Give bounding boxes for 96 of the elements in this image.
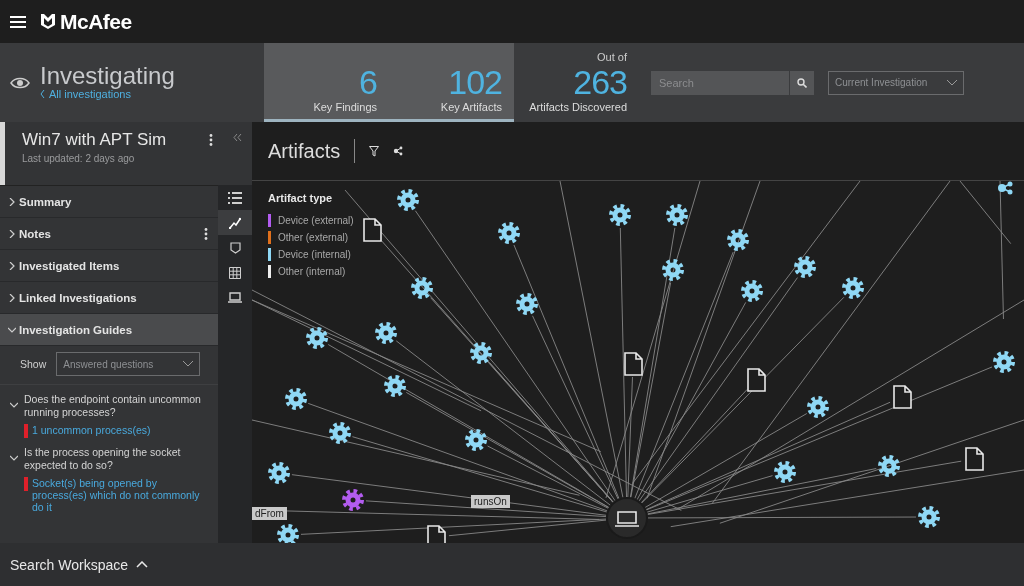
gear-icon	[342, 489, 364, 511]
investigation-title: Win7 with APT Sim	[22, 130, 167, 150]
graph-icon	[229, 216, 241, 229]
filter-icon[interactable]	[369, 145, 380, 157]
gear-icon	[807, 396, 829, 418]
answer-link[interactable]: 1 uncommon process(es)	[32, 424, 151, 438]
gear-icon	[285, 388, 307, 410]
chevron-icon	[10, 454, 18, 462]
last-updated-text: Last updated: 2 days ago	[22, 153, 136, 164]
document-icon	[624, 352, 643, 376]
chevron-icon	[8, 325, 16, 334]
caret-icon	[136, 561, 148, 568]
gear-icon	[794, 256, 816, 278]
gear-icon	[465, 429, 487, 451]
gear-icon	[384, 375, 406, 397]
show-label: Show	[20, 358, 47, 370]
share-node-icon	[998, 181, 1013, 195]
gear-icon	[516, 293, 538, 315]
stat-value: 102	[448, 63, 502, 101]
legend-label: Other (external)	[276, 232, 351, 243]
answer-link[interactable]: Socket(s) being opened by process(es) which do not commonly do it	[32, 477, 208, 513]
laptop-icon	[228, 292, 242, 303]
gear-icon	[470, 342, 492, 364]
stat-value: 263	[573, 63, 627, 101]
section-label: Investigated Items	[19, 259, 120, 272]
share-icon[interactable]	[393, 146, 404, 156]
gear-icon	[609, 204, 631, 226]
gear-icon	[878, 455, 900, 477]
gear-icon	[741, 280, 763, 302]
back-chevron-icon	[40, 89, 45, 98]
more-icon[interactable]	[209, 134, 213, 146]
view-tab[interactable]	[218, 210, 252, 235]
collapse-icon[interactable]	[233, 134, 242, 141]
artifacts-title: Artifacts	[268, 139, 341, 163]
legend-label: Other (internal)	[276, 266, 348, 277]
question-text: Does the endpoint contain uncommon running processes?	[24, 393, 202, 419]
gear-icon	[306, 327, 328, 349]
legend-title: Artifact type	[268, 192, 334, 204]
document-icon	[747, 368, 766, 392]
more-icon[interactable]	[204, 227, 208, 240]
shield-logo-icon	[40, 13, 56, 30]
stat-label: Key Findings	[313, 101, 377, 113]
chevron-icon	[8, 261, 16, 270]
stat-value: 6	[359, 63, 377, 101]
gear-icon	[662, 259, 684, 281]
document-icon	[893, 385, 912, 409]
page-title: Investigating	[40, 61, 175, 89]
stat-label: Key Artifacts	[440, 101, 502, 113]
section-label: Notes	[19, 227, 51, 240]
section-label: Summary	[19, 195, 72, 208]
search-button[interactable]	[789, 70, 814, 95]
gear-icon	[397, 189, 419, 211]
scope-dropdown[interactable]: Current Investigation	[828, 70, 964, 95]
gear-icon	[268, 462, 290, 484]
laptop-node-icon	[606, 497, 648, 539]
edge-label: dFrom	[252, 507, 287, 520]
brand-logo: McAfee	[60, 9, 132, 34]
gear-icon	[666, 204, 688, 226]
legend-label: Device (external)	[276, 215, 356, 226]
search-workspace-button[interactable]: Search Workspace	[10, 556, 148, 573]
stat-tile[interactable]: 6 Key Findings	[264, 43, 389, 122]
grid-icon	[229, 266, 241, 279]
gear-icon	[329, 422, 351, 444]
stat-caption: Out of	[597, 51, 627, 63]
section-header[interactable]: Investigation Guides	[0, 314, 218, 346]
eye-icon	[10, 76, 30, 89]
stat-label: Artifacts Discovered	[529, 101, 627, 113]
chevron-icon	[8, 197, 16, 206]
gear-icon	[411, 277, 433, 299]
gear-icon	[993, 351, 1015, 373]
question-text: Is the process opening the socket expected to do so?	[24, 446, 182, 472]
shield-icon	[229, 241, 241, 254]
legend-label: Device (internal)	[276, 249, 353, 260]
section-label: Investigation Guides	[19, 323, 133, 336]
section-label: Linked Investigations	[19, 291, 137, 304]
chevron-icon	[8, 293, 16, 302]
document-icon	[363, 218, 382, 242]
menu-icon[interactable]	[10, 15, 26, 28]
gear-icon	[375, 322, 397, 344]
gear-icon	[842, 277, 864, 299]
stat-tile[interactable]: 102 Key Artifacts	[389, 43, 514, 122]
edge-label: runsOn	[471, 495, 510, 508]
caret-icon	[947, 79, 957, 86]
chevron-icon	[8, 229, 16, 238]
list-icon	[228, 191, 242, 204]
gear-icon	[498, 222, 520, 244]
document-icon	[965, 447, 984, 471]
caret-icon	[183, 361, 194, 367]
gear-icon	[918, 506, 940, 528]
stat-tile[interactable]: Out of 263 Artifacts Discovered	[514, 43, 639, 122]
gear-icon	[774, 461, 796, 483]
gear-icon	[277, 524, 299, 543]
show-dropdown[interactable]: Answered questions	[56, 352, 201, 376]
gear-icon	[727, 229, 749, 251]
chevron-icon	[10, 401, 18, 409]
search-icon	[797, 77, 807, 88]
